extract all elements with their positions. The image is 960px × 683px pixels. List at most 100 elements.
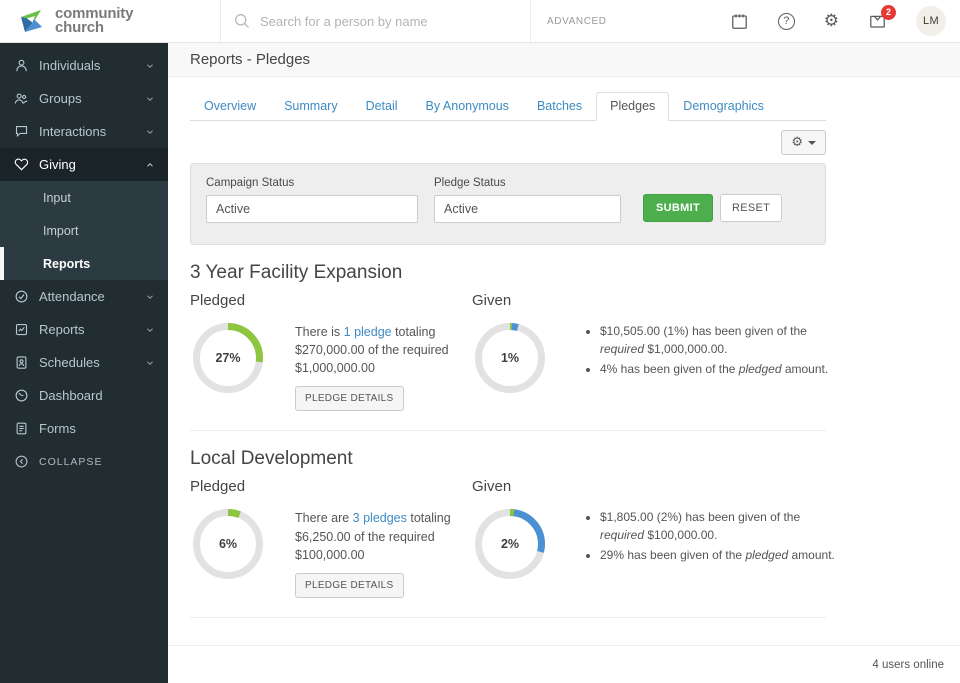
settings-gear-icon[interactable]: ⚙ xyxy=(824,12,839,30)
campaign-name: Local Development xyxy=(190,448,353,470)
report-options-button[interactable]: ⚙ xyxy=(781,130,826,155)
advanced-search-link[interactable]: ADVANCED xyxy=(531,0,623,42)
campaign-status-label: Campaign Status xyxy=(206,177,295,189)
tab-pledges[interactable]: Pledges xyxy=(596,92,670,121)
calendar-icon[interactable] xyxy=(730,12,749,31)
chevron-down-icon xyxy=(145,94,155,104)
reset-button[interactable]: RESET xyxy=(719,194,783,222)
logo-text: community church xyxy=(55,4,134,36)
submenu-item-import[interactable]: Import xyxy=(0,214,168,247)
tab-by-anonymous[interactable]: By Anonymous xyxy=(412,92,523,121)
pledge-status-label: Pledge Status xyxy=(434,177,506,189)
pledge-details-button[interactable]: PLEDGE DETAILS xyxy=(295,572,404,598)
pledge-status-input[interactable] xyxy=(434,195,621,223)
chat-bubbles-icon xyxy=(13,124,29,139)
chevron-down-icon xyxy=(145,292,155,302)
collapse-label: COLLAPSE xyxy=(39,455,103,468)
tab-summary[interactable]: Summary xyxy=(270,92,351,121)
tab-batches[interactable]: Batches xyxy=(523,92,596,121)
page-title: Reports - Pledges xyxy=(168,43,960,77)
heart-icon xyxy=(13,157,29,172)
sidebar-label: Forms xyxy=(39,421,76,436)
sidebar-label: Reports xyxy=(39,322,85,337)
given-summary-list: $10,505.00 (1%) has been given of the re… xyxy=(585,320,843,396)
search-icon xyxy=(233,12,251,30)
check-circle-icon xyxy=(13,289,29,304)
section-divider xyxy=(190,430,826,432)
pledge-count-link[interactable]: 3 pledges xyxy=(353,511,407,525)
pledged-label: Pledged xyxy=(190,478,246,496)
inbox-icon[interactable]: 2 xyxy=(868,4,896,31)
sidebar-label: Dashboard xyxy=(39,388,103,403)
tab-overview[interactable]: Overview xyxy=(190,92,270,121)
campaign-status-input[interactable] xyxy=(206,195,418,223)
chevron-down-icon xyxy=(145,325,155,335)
sidebar-collapse-button[interactable]: COLLAPSE xyxy=(0,445,168,478)
sidebar-item-forms[interactable]: Forms xyxy=(0,412,168,445)
search-input[interactable] xyxy=(260,13,490,29)
user-avatar[interactable]: LM xyxy=(916,6,946,36)
topbar-actions: ? ⚙ 2 LM xyxy=(730,0,960,42)
chart-icon xyxy=(13,322,29,337)
given-summary-list: $1,805.00 (2%) has been given of the req… xyxy=(585,506,843,582)
donut-percent: 6% xyxy=(218,537,238,552)
pledged-donut-chart: 6% xyxy=(190,506,266,582)
pledge-summary-text: There are 3 pledges totaling $6,250.00 o… xyxy=(295,506,471,598)
pledged-label: Pledged xyxy=(190,292,246,309)
sidebar-label: Interactions xyxy=(39,124,107,139)
submit-button[interactable]: SUBMIT xyxy=(643,194,713,222)
given-label: Given xyxy=(472,292,512,309)
given-bullet: 29% has been given of the pledged amount… xyxy=(600,546,843,564)
tab-demographics[interactable]: Demographics xyxy=(669,92,778,121)
sidebar-item-individuals[interactable]: Individuals xyxy=(0,49,168,82)
gauge-icon xyxy=(13,388,29,403)
gear-icon: ⚙ xyxy=(791,135,803,150)
sidebar-label: Groups xyxy=(39,91,82,106)
clipboard-person-icon xyxy=(13,355,29,370)
given-bullet: $1,805.00 (2%) has been given of the req… xyxy=(600,508,843,544)
campaign-section: 3 Year Facility Expansion Pledged 27% Th… xyxy=(190,262,828,432)
donut-percent: 1% xyxy=(500,351,520,365)
sidebar-label: Attendance xyxy=(39,289,105,304)
chevron-up-icon xyxy=(145,160,155,170)
pledge-count-link[interactable]: 1 pledge xyxy=(344,325,392,339)
sidebar-item-reports[interactable]: Reports xyxy=(0,313,168,346)
submenu-item-input[interactable]: Input xyxy=(0,181,168,214)
collapse-arrow-icon xyxy=(13,454,29,469)
campaign-name: 3 Year Facility Expansion xyxy=(190,262,403,283)
sidebar-item-giving[interactable]: Giving xyxy=(0,148,168,181)
filter-panel: Campaign Status Pledge Status SUBMIT RES… xyxy=(190,163,826,245)
document-icon xyxy=(13,421,29,436)
campaign-section: Local Development Pledged 6% There are 3… xyxy=(190,448,835,618)
sidebar-label: Individuals xyxy=(39,58,101,73)
status-footer: 4 users online xyxy=(168,645,960,683)
given-bullet: $10,505.00 (1%) has been given of the re… xyxy=(600,322,843,358)
person-icon xyxy=(13,58,29,73)
submenu-label: Import xyxy=(43,223,79,238)
groups-icon xyxy=(13,91,29,106)
sidebar-item-interactions[interactable]: Interactions xyxy=(0,115,168,148)
notification-badge: 2 xyxy=(881,4,896,20)
main-content: Reports - Pledges Overview Summary Detai… xyxy=(168,43,960,683)
church-logo-icon xyxy=(16,6,46,36)
top-bar: community church ADVANCED ? ⚙ 2 LM xyxy=(0,0,960,43)
sidebar-label: Giving xyxy=(39,157,76,172)
tab-detail[interactable]: Detail xyxy=(352,92,412,121)
submenu-item-reports[interactable]: Reports xyxy=(0,247,168,280)
donut-percent: 2% xyxy=(500,537,520,552)
sidebar-item-groups[interactable]: Groups xyxy=(0,82,168,115)
sidebar-item-schedules[interactable]: Schedules xyxy=(0,346,168,379)
given-bullet: 4% has been given of the pledged amount. xyxy=(600,360,843,378)
sidebar-item-attendance[interactable]: Attendance xyxy=(0,280,168,313)
pledge-summary-text: There is 1 pledge totaling $270,000.00 o… xyxy=(295,320,471,412)
users-online-text: 4 users online xyxy=(872,658,944,671)
submenu-label: Input xyxy=(43,190,71,205)
submenu-label: Reports xyxy=(43,256,91,271)
sidebar-item-dashboard[interactable]: Dashboard xyxy=(0,379,168,412)
campaign-status-group: Campaign Status xyxy=(206,177,418,223)
question-mark: ? xyxy=(777,12,795,30)
help-icon[interactable]: ? xyxy=(777,12,795,30)
person-search xyxy=(220,0,531,42)
app-logo[interactable]: community church xyxy=(0,0,220,42)
pledge-details-button[interactable]: PLEDGE DETAILS xyxy=(295,386,404,412)
